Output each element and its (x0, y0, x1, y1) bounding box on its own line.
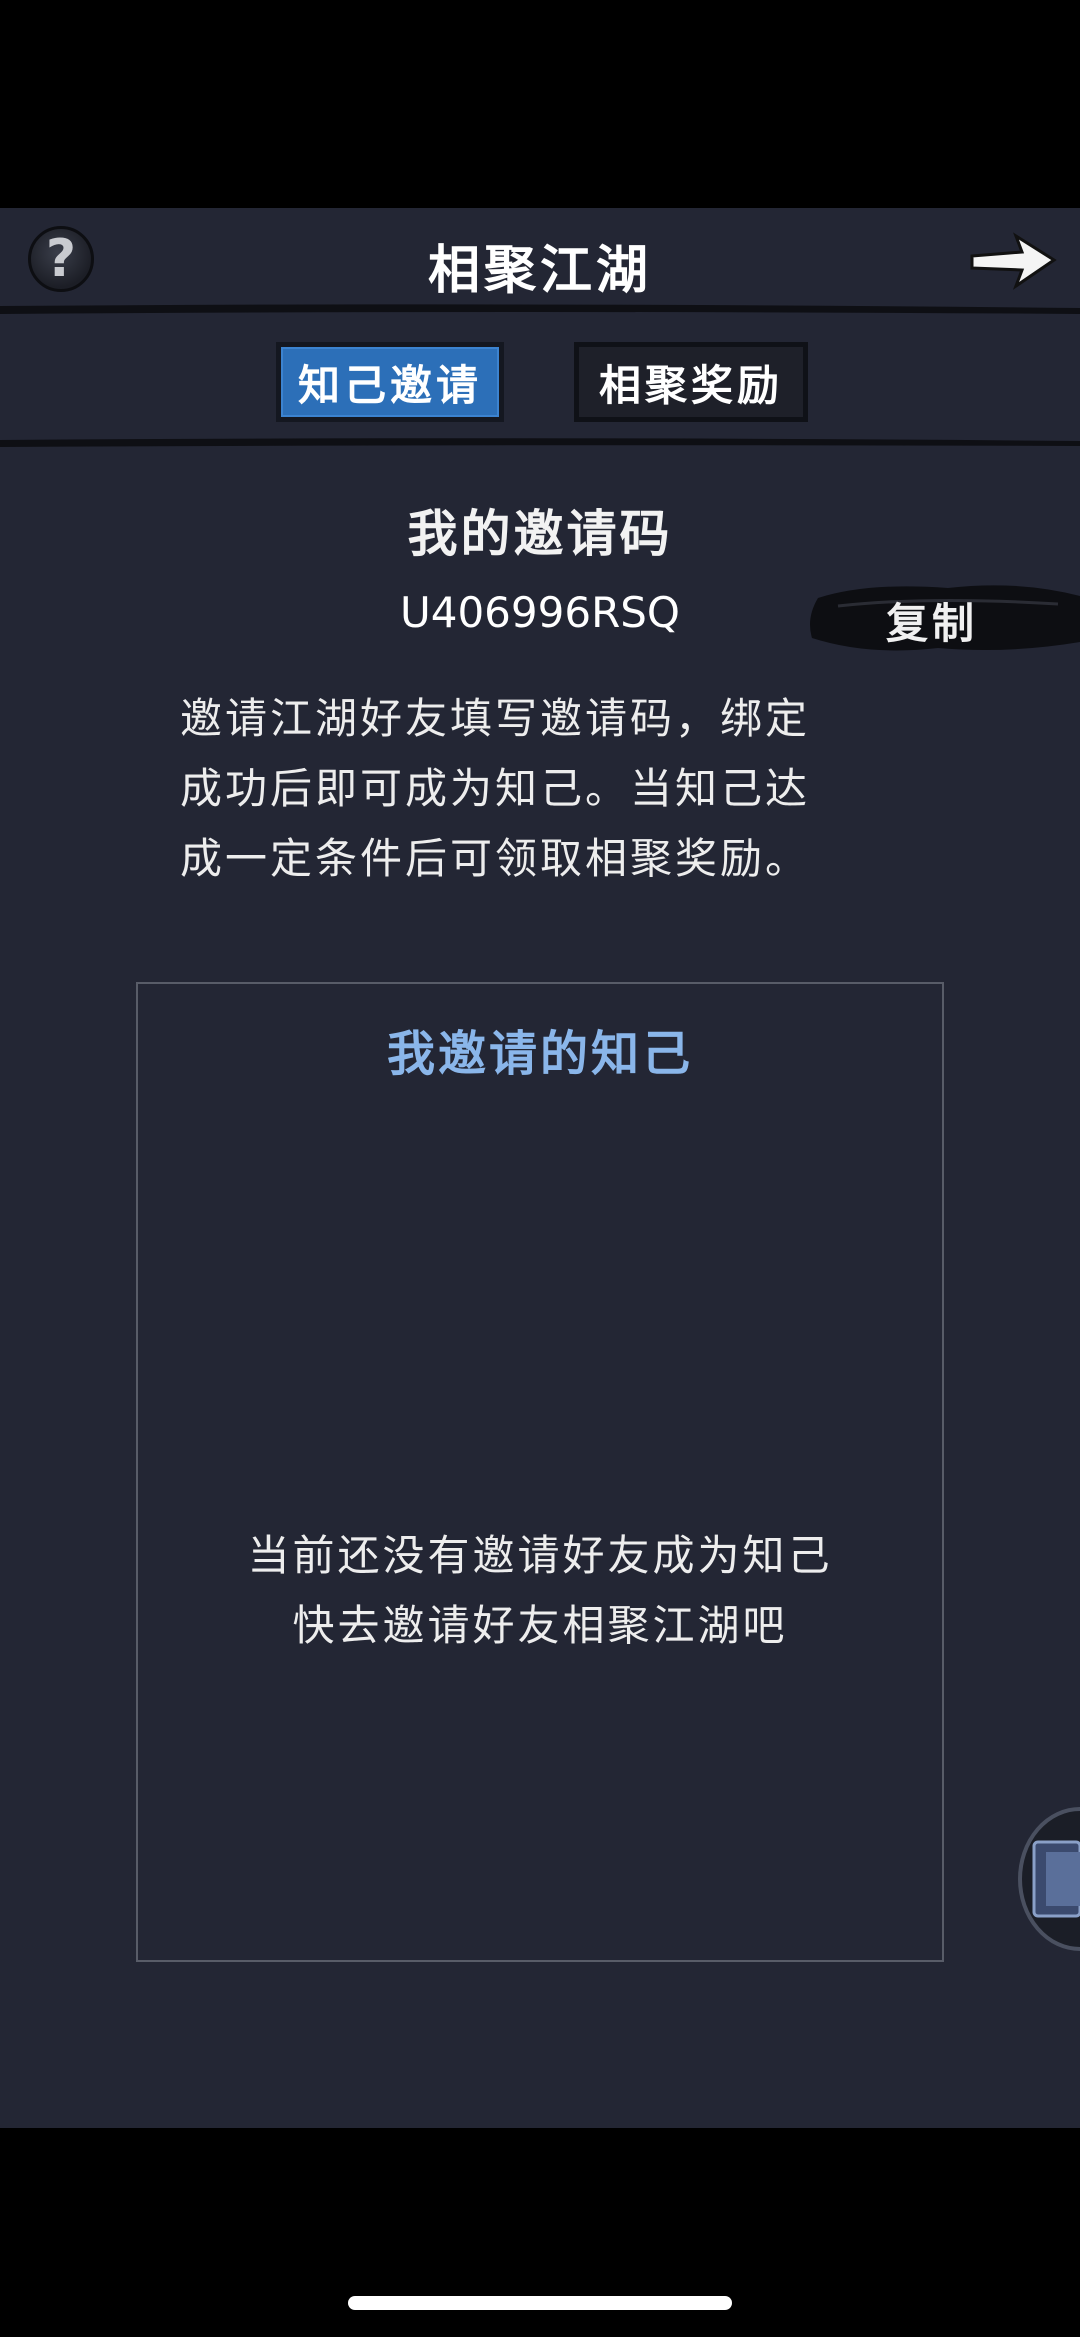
app-screen: ? 相聚江湖 知己邀请 相聚奖励 我的邀请码 U406996RSQ 复制 邀请江… (0, 208, 1080, 2128)
tab-reunion-rewards[interactable]: 相聚奖励 (574, 342, 808, 422)
invite-code-value: U406996RSQ (400, 588, 680, 637)
description-line: 成一定条件后可领取相聚奖励。 (180, 834, 811, 883)
tabs-divider (0, 438, 1080, 447)
header: ? 相聚江湖 (0, 208, 1080, 314)
invite-code-label: 我的邀请码 (407, 504, 673, 563)
arrow-right-icon[interactable] (966, 228, 1058, 294)
description-line: 成功后即可成为知己。当知己达 (180, 764, 811, 813)
tab-invite-friends[interactable]: 知己邀请 (276, 342, 504, 422)
header-divider (0, 304, 1080, 314)
empty-state-line-2: 快去邀请好友相聚江湖吧 (292, 1601, 788, 1650)
invite-description: 邀请江湖好友填写邀请码，绑定 成功后即可成为知己。当知己达 成一定条件后可领取相… (180, 684, 910, 894)
copy-button-label: 复制 (886, 599, 979, 648)
floating-widget-icon[interactable] (1016, 1804, 1080, 1954)
tab-bar: 知己邀请 相聚奖励 (0, 334, 1080, 424)
panel-title: 我邀请的知己 (386, 1026, 693, 1082)
page-title: 相聚江湖 (427, 240, 652, 301)
home-indicator[interactable] (348, 2296, 732, 2310)
empty-state-line-1: 当前还没有邀请好友成为知己 (247, 1531, 833, 1580)
description-line: 邀请江湖好友填写邀请码，绑定 (180, 694, 811, 743)
invited-friends-panel: 我邀请的知己 当前还没有邀请好友成为知己 快去邀请好友相聚江湖吧 (136, 982, 944, 1962)
